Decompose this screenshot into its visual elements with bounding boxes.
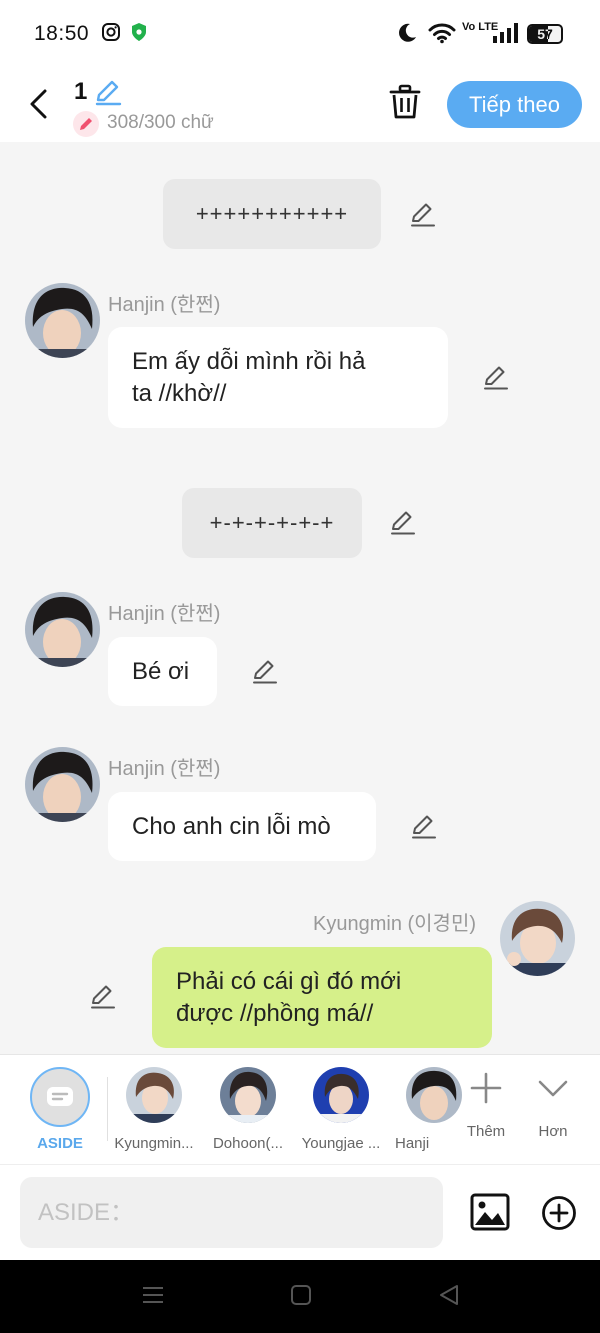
character-avatar-youngjae[interactable] (313, 1067, 369, 1123)
signal-icon (492, 22, 520, 49)
character-avatar-hanjin[interactable] (406, 1067, 462, 1123)
narration-bubble[interactable]: +++++++++++ (163, 179, 381, 249)
avatar-hanjin[interactable] (25, 747, 100, 822)
sender-name: Kyungmin (이경민) (313, 913, 477, 935)
message-text: Phải có cái gì đó mới được //phồng má// (176, 966, 401, 1030)
status-bar: 18:50 Vo LTE 57 (0, 0, 600, 68)
aside-button[interactable] (30, 1067, 90, 1127)
message-text: Cho anh cin lỗi mò (132, 812, 331, 840)
avatar-kyungmin[interactable] (500, 901, 575, 976)
character-name: Youngjae ... (301, 1135, 381, 1152)
app-header: 1 308/300 chữ Tiếp theo (0, 68, 600, 142)
message-bubble[interactable]: Cho anh cin lỗi mò (108, 792, 376, 861)
message-line: Em ấy dỗi mình rồi hả (132, 347, 366, 375)
chat-area[interactable]: +++++++++++ Hanjin (한쩐) Em ấy dỗi mình r… (0, 142, 600, 1054)
next-button[interactable]: Tiếp theo (447, 81, 582, 128)
edit-message-button[interactable] (409, 201, 437, 229)
char-count-badge (73, 111, 99, 137)
battery-level: 57 (537, 26, 553, 42)
sender-name: Hanjin (한쩐) (108, 603, 221, 625)
char-count: 308/300 chữ (107, 112, 214, 133)
pencil-icon (412, 815, 436, 839)
edit-message-button[interactable] (410, 813, 438, 841)
pencil-icon (91, 985, 115, 1009)
pencil-icon (484, 366, 508, 390)
character-name: Hanji (395, 1135, 430, 1152)
sender-name: Hanjin (한쩐) (108, 758, 221, 780)
avatar-hanjin[interactable] (25, 592, 100, 667)
input-area (0, 1164, 600, 1260)
status-time: 18:50 (34, 22, 90, 45)
back-button[interactable] (22, 84, 54, 124)
system-nav-bar (0, 1260, 600, 1333)
trash-icon (389, 84, 421, 119)
pencil-icon (391, 511, 415, 535)
add-button[interactable] (541, 1195, 577, 1236)
edit-message-button[interactable] (251, 658, 279, 686)
back-nav-icon[interactable] (438, 1284, 460, 1311)
message-bubble-mine[interactable]: Phải có cái gì đó mới được //phồng má// (152, 947, 492, 1048)
divider (107, 1077, 108, 1141)
sender-name: Hanjin (한쩐) (108, 294, 221, 316)
collapse-button[interactable]: Hơn (523, 1067, 583, 1157)
edit-message-button[interactable] (482, 364, 510, 392)
character-avatar-dohoon[interactable] (220, 1067, 276, 1123)
edit-message-button[interactable] (389, 509, 417, 537)
edit-title-button[interactable] (94, 78, 122, 111)
image-icon (470, 1193, 510, 1231)
plus-circle-icon (542, 1196, 576, 1230)
chevron-down-icon (538, 1080, 568, 1097)
character-bar: ASIDE Kyungmin... Dohoon(... Youngjae ..… (0, 1054, 600, 1164)
aside-label: ASIDE (37, 1135, 83, 1152)
plus-icon (470, 1072, 502, 1104)
more-button[interactable]: Thêm (456, 1067, 516, 1157)
battery-icon: 57 (527, 24, 563, 44)
message-line: ta //khờ// (132, 379, 227, 407)
instagram-icon (101, 22, 121, 47)
message-line: được //phồng má// (176, 999, 374, 1027)
delete-button[interactable] (388, 84, 422, 122)
avatar-hanjin[interactable] (25, 283, 100, 358)
message-input[interactable] (20, 1177, 443, 1248)
character-avatar-kyungmin[interactable] (126, 1067, 182, 1123)
message-bubble[interactable]: Em ấy dỗi mình rồi hả ta //khờ// (108, 327, 448, 428)
chat-bubble-icon (47, 1087, 73, 1106)
character-name: Dohoon(... (212, 1135, 284, 1152)
edit-message-button[interactable] (89, 983, 117, 1011)
shield-icon (130, 22, 148, 47)
message-bubble[interactable]: Bé ơi (108, 637, 217, 706)
home-icon[interactable] (290, 1284, 312, 1311)
menu-icon[interactable] (142, 1284, 164, 1311)
more-label: Thêm (466, 1123, 506, 1140)
edit-icon (95, 80, 122, 106)
moon-icon (396, 22, 418, 49)
message-text: Bé ơi (132, 657, 190, 685)
collapse-label: Hơn (538, 1123, 568, 1140)
character-name: Kyungmin... (114, 1135, 194, 1152)
pencil-icon (411, 203, 435, 227)
image-button[interactable] (470, 1193, 510, 1236)
narration-bubble[interactable]: +-+-+-+-+-+ (182, 488, 362, 558)
pencil-icon (253, 660, 277, 684)
back-icon (30, 89, 47, 119)
chapter-title[interactable]: 1 (74, 78, 87, 106)
pencil-icon (80, 118, 92, 130)
message-line: Phải có cái gì đó mới (176, 967, 402, 995)
message-text: Em ấy dỗi mình rồi hả ta //khờ// (132, 346, 365, 410)
wifi-icon (428, 22, 456, 49)
